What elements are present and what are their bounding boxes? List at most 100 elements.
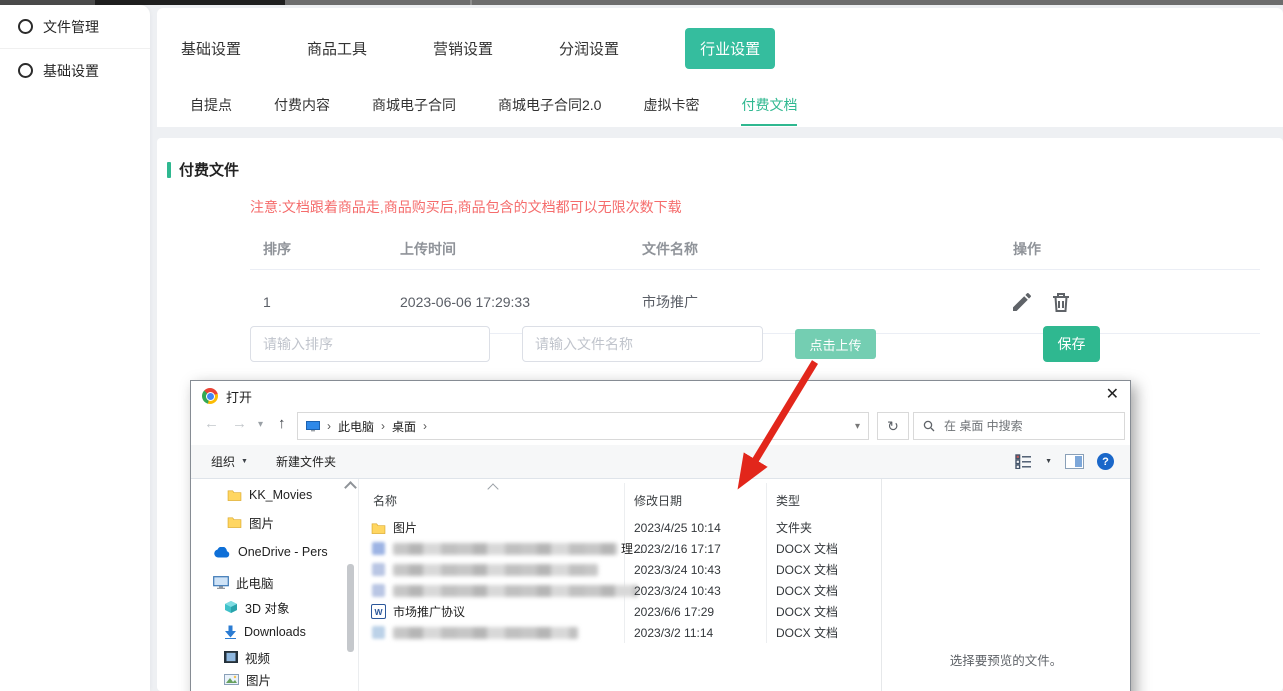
search-icon	[923, 420, 935, 432]
scrollbar-thumb[interactable]	[347, 564, 354, 652]
file-date: 2023/3/2 11:14	[634, 626, 713, 640]
tree-item-this-pc[interactable]: 此电脑	[213, 572, 274, 592]
crumb-separator: ›	[381, 419, 385, 433]
tab-basic-settings[interactable]: 基础设置	[181, 38, 241, 59]
tab-profit-settings[interactable]: 分润设置	[559, 38, 619, 59]
view-dropdown-icon[interactable]: ▼	[1045, 458, 1052, 465]
file-name: 市场推广协议	[393, 603, 465, 620]
column-date-modified[interactable]: 修改日期	[634, 492, 682, 509]
pictures-icon	[224, 674, 239, 685]
forward-icon[interactable]: →	[232, 415, 247, 432]
file-row[interactable]: 理... 2023/2/16 17:17 DOCX 文档	[361, 538, 881, 559]
tab-mall-econtract[interactable]: 商城电子合同	[372, 95, 456, 126]
breadcrumb-this-pc[interactable]: 此电脑	[338, 418, 374, 435]
file-date: 2023/3/24 10:43	[634, 584, 721, 598]
chrome-icon	[202, 388, 218, 404]
search-input[interactable]	[942, 418, 1115, 434]
tab-mall-econtract-2[interactable]: 商城电子合同2.0	[498, 95, 601, 126]
folder-tree: KK_Movies 图片 OneDrive - Pers 此电脑 3D 对象	[191, 479, 356, 691]
dialog-titlebar[interactable]: 打开 ✕	[191, 381, 1130, 411]
tab-product-tools[interactable]: 商品工具	[307, 38, 367, 59]
tree-item-downloads[interactable]: Downloads	[224, 622, 306, 642]
close-icon[interactable]: ✕	[1106, 384, 1119, 406]
tab-paid-content[interactable]: 付费内容	[274, 95, 330, 126]
refresh-button[interactable]: ↻	[877, 412, 909, 440]
blurred-doc-icon	[371, 626, 386, 640]
section-title: 付费文件	[167, 159, 1283, 180]
file-type: DOCX 文档	[776, 582, 838, 599]
tree-item-pictures-folder[interactable]: 图片	[227, 512, 274, 532]
tab-virtual-card[interactable]: 虚拟卡密	[643, 95, 699, 126]
tab-marketing-settings[interactable]: 营销设置	[433, 38, 493, 59]
organize-menu[interactable]: 组织 ▼	[191, 453, 248, 470]
folder-icon	[227, 489, 242, 501]
new-folder-button[interactable]: 新建文件夹	[248, 453, 336, 470]
file-date: 2023/6/6 17:29	[634, 605, 714, 619]
tree-item-3d-objects[interactable]: 3D 对象	[224, 597, 289, 617]
column-type[interactable]: 类型	[776, 492, 800, 509]
tab-paid-documents[interactable]: 付费文档	[741, 95, 797, 126]
tab-pickup-point[interactable]: 自提点	[190, 95, 232, 126]
file-name-input[interactable]	[522, 326, 763, 362]
col-upload-time: 上传时间	[400, 239, 642, 259]
tree-scrollbar[interactable]	[345, 479, 355, 691]
secondary-tabs: 自提点 付费内容 商城电子合同 商城电子合同2.0 虚拟卡密 付费文档	[157, 69, 1283, 126]
sidebar-item-file-management[interactable]: 文件管理	[0, 5, 150, 48]
notice-text: 注意:文档跟着商品走,商品购买后,商品包含的文档都可以无限次数下载	[250, 197, 1283, 217]
tree-item-kk-movies[interactable]: KK_Movies	[227, 485, 312, 505]
primary-tabs: 基础设置 商品工具 营销设置 分润设置 行业设置	[157, 8, 1283, 69]
sort-input[interactable]	[250, 326, 490, 362]
col-sort: 排序	[250, 239, 400, 259]
edit-icon[interactable]	[1010, 290, 1034, 314]
tree-item-videos[interactable]: 视频	[224, 647, 270, 667]
page-title: 付费文件	[179, 159, 239, 180]
column-name[interactable]: 名称	[373, 492, 397, 509]
breadcrumb[interactable]: › 此电脑 › 桌面 › ▾	[297, 412, 869, 440]
file-name: 图片	[393, 519, 417, 536]
help-icon[interactable]: ?	[1097, 453, 1114, 470]
this-pc-icon	[213, 576, 229, 589]
row-sort-value: 1	[250, 294, 400, 310]
circle-icon	[18, 63, 33, 78]
file-row[interactable]: 2023/3/2 11:14 DOCX 文档	[361, 622, 881, 643]
file-row-market-promo-agreement[interactable]: W 市场推广协议 2023/6/6 17:29 DOCX 文档	[361, 601, 881, 622]
file-row[interactable]: 2023/3/24 10:43 DOCX 文档	[361, 559, 881, 580]
back-icon[interactable]: ←	[204, 415, 219, 432]
row-name-value: 市场推广	[642, 292, 1000, 312]
computer-icon	[306, 421, 320, 432]
crumb-separator: ›	[423, 419, 427, 433]
delete-icon[interactable]	[1049, 290, 1073, 314]
search-box	[913, 412, 1125, 440]
breadcrumb-desktop[interactable]: 桌面	[392, 418, 416, 435]
view-list-icon[interactable]	[1015, 454, 1032, 469]
files-table: 排序 上传时间 文件名称 操作 1 2023-06-06 17:29:33 市场…	[250, 231, 1260, 334]
toolbar-right-icons: ▼ ?	[1015, 445, 1114, 478]
tree-item-onedrive[interactable]: OneDrive - Pers	[213, 542, 328, 562]
sidebar-item-basic-settings[interactable]: 基础设置	[0, 49, 150, 92]
tree-item-pictures[interactable]: 图片	[224, 669, 271, 689]
file-type: DOCX 文档	[776, 540, 838, 557]
col-actions: 操作	[1000, 239, 1260, 259]
scroll-up-icon[interactable]	[344, 481, 357, 494]
file-row[interactable]: 2023/3/24 10:43 DOCX 文档	[361, 580, 881, 601]
address-dropdown-icon[interactable]: ▾	[855, 421, 860, 432]
3d-objects-icon	[224, 600, 238, 614]
open-file-dialog: 打开 ✕ ← → ▾ ↑ › 此电脑 › 桌面 › ▾ ↻	[190, 380, 1131, 691]
tab-industry-settings[interactable]: 行业设置	[685, 28, 775, 69]
divider	[358, 479, 359, 691]
dialog-content: KK_Movies 图片 OneDrive - Pers 此电脑 3D 对象	[191, 479, 1130, 691]
sidebar-item-label: 文件管理	[43, 17, 99, 37]
save-button[interactable]: 保存	[1043, 326, 1100, 362]
preview-pane-icon[interactable]	[1065, 454, 1084, 469]
header-tabs-card: 基础设置 商品工具 营销设置 分润设置 行业设置 自提点 付费内容 商城电子合同…	[157, 8, 1283, 127]
up-icon[interactable]: ↑	[278, 415, 286, 432]
organize-label: 组织	[211, 453, 235, 470]
sidebar: 文件管理 基础设置	[0, 5, 150, 691]
file-row[interactable]: 图片 2023/4/25 10:14 文件夹	[361, 517, 881, 538]
title-accent-bar	[167, 162, 171, 178]
downloads-icon	[224, 625, 237, 639]
file-list: 名称 修改日期 类型 图片 2023/4/25 10:14 文件夹 理... 2…	[361, 479, 881, 691]
history-dropdown-icon[interactable]: ▾	[258, 419, 263, 430]
onedrive-icon	[213, 547, 231, 558]
upload-button[interactable]: 点击上传	[795, 329, 876, 359]
